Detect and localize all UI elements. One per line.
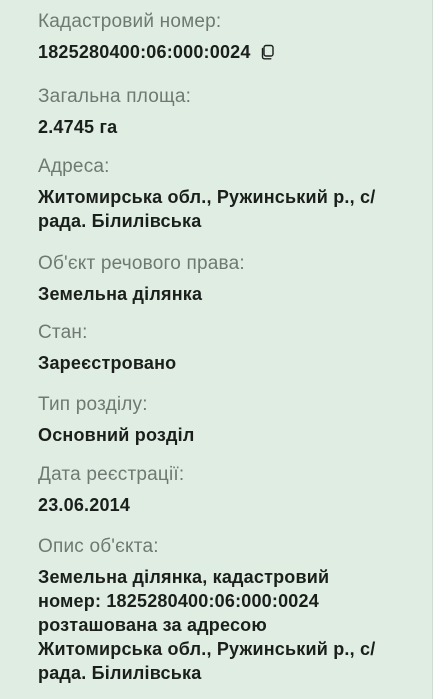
cadastral-number-row: 1825280400:06:000:0024 <box>38 40 418 64</box>
status-value: Зареєстровано <box>38 353 177 373</box>
object-description-label: Опис об'єкта: <box>38 536 159 557</box>
property-object-label: Об'єкт речового права: <box>38 253 245 274</box>
status-label: Стан: <box>38 322 88 343</box>
property-object-value: Земельна ділянка <box>38 284 203 304</box>
address-value: Житомирська обл., Ружинський р., с/ рада… <box>38 185 418 233</box>
section-type-value: Основний розділ <box>38 425 195 445</box>
registration-date-field: Дата реєстрації: 23.06.2014 <box>38 463 418 517</box>
total-area-field: Загальна площа: 2.4745 га <box>38 85 418 139</box>
address-label: Адреса: <box>38 156 110 177</box>
section-type-field: Тип розділу: Основний розділ <box>38 393 418 447</box>
description-line: Земельна ділянка, кадастровий <box>38 567 330 587</box>
address-field: Адреса: Житомирська обл., Ружинський р.,… <box>38 155 418 233</box>
property-object-field: Об'єкт речового права: Земельна ділянка <box>38 252 418 306</box>
address-line: рада. Білилівська <box>38 211 202 231</box>
cadastral-number-label: Кадастровий номер: <box>38 11 222 32</box>
section-type-label: Тип розділу: <box>38 394 148 415</box>
description-line: Житомирська обл., Ружинський р., с/ <box>38 639 376 659</box>
property-details-card: Кадастровий номер: 1825280400:06:000:002… <box>0 0 433 699</box>
copy-icon[interactable] <box>259 44 275 60</box>
object-description-value: Земельна ділянка, кадастровий номер: 182… <box>38 565 418 685</box>
cadastral-number-value: 1825280400:06:000:0024 <box>38 42 251 62</box>
cadastral-number-field: Кадастровий номер: 1825280400:06:000:002… <box>38 10 418 64</box>
address-line: Житомирська обл., Ружинський р., с/ <box>38 187 376 207</box>
description-line: рада. Білилівська <box>38 663 202 683</box>
total-area-label: Загальна площа: <box>38 86 192 107</box>
description-line: розташована за адресою <box>38 615 267 635</box>
status-field: Стан: Зареєстровано <box>38 321 418 375</box>
description-line: номер: 1825280400:06:000:0024 <box>38 591 319 611</box>
object-description-field: Опис об'єкта: Земельна ділянка, кадастро… <box>38 535 418 685</box>
registration-date-value: 23.06.2014 <box>38 495 131 515</box>
total-area-value: 2.4745 га <box>38 117 118 137</box>
registration-date-label: Дата реєстрації: <box>38 464 185 485</box>
